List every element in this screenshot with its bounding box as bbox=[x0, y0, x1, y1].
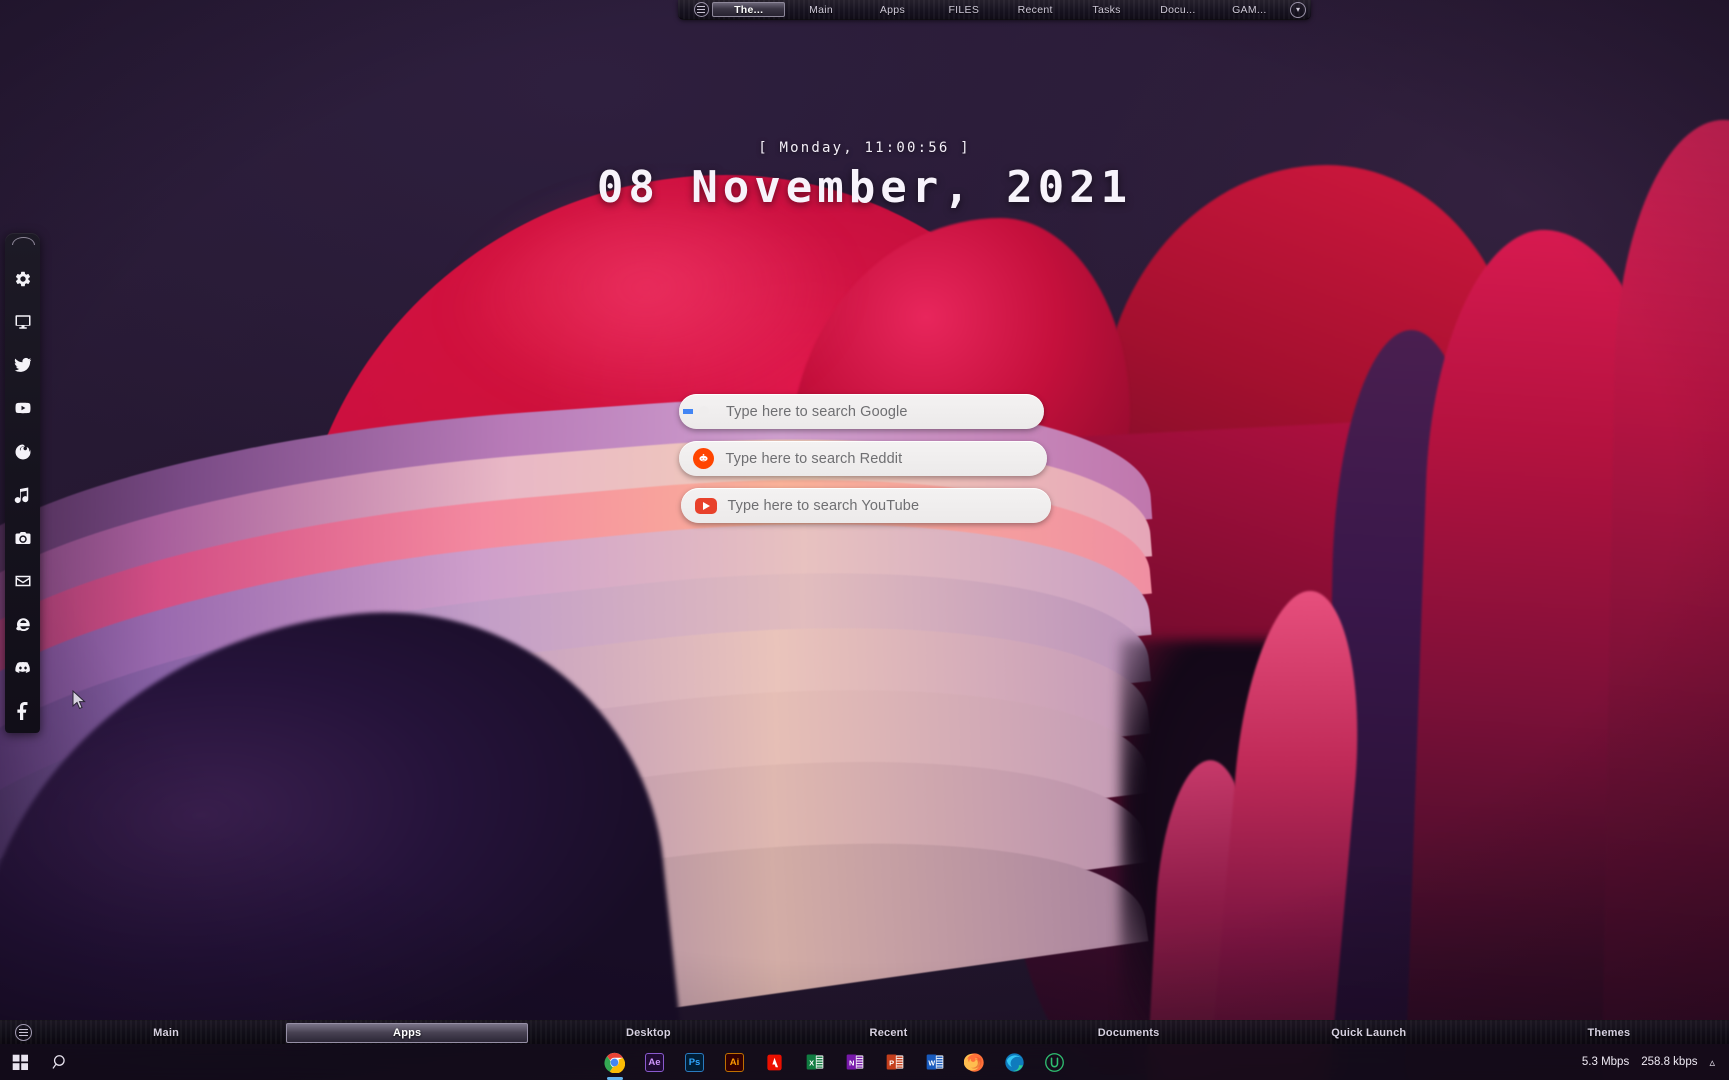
top-bar-tab-list: The... Main Apps FILES Recent Tasks Docu… bbox=[712, 0, 1285, 19]
google-g-icon bbox=[693, 401, 715, 423]
bottom-tab-quick-launch[interactable]: Quick Launch bbox=[1249, 1023, 1489, 1043]
youtube-search-input[interactable]: Type here to search YouTube bbox=[680, 488, 1051, 523]
bottom-tab-desktop[interactable]: Desktop bbox=[528, 1023, 768, 1043]
bottom-bar-menu-button[interactable] bbox=[0, 1021, 46, 1045]
windows-start-icon[interactable] bbox=[8, 1050, 32, 1074]
top-tab-tasks[interactable]: Tasks bbox=[1071, 2, 1142, 17]
twitter-icon[interactable] bbox=[5, 344, 40, 387]
edge-legacy-icon[interactable] bbox=[5, 603, 40, 646]
facebook-icon[interactable] bbox=[5, 690, 40, 733]
bottom-tab-recent[interactable]: Recent bbox=[768, 1023, 1008, 1043]
discord-icon[interactable] bbox=[5, 646, 40, 689]
bottom-tab-themes[interactable]: Themes bbox=[1489, 1023, 1729, 1043]
taskbar-system-tray: 5.3 Mbps 258.8 kbps ▵ bbox=[1409, 1056, 1729, 1069]
monitor-icon[interactable] bbox=[5, 300, 40, 343]
top-tab-main[interactable]: Main bbox=[785, 2, 856, 17]
youtube-play-icon bbox=[694, 495, 717, 517]
search-row-youtube: Type here to search YouTube bbox=[0, 488, 1729, 523]
reddit-search-placeholder: Type here to search Reddit bbox=[725, 450, 903, 467]
search-magnifier-icon[interactable] bbox=[48, 1050, 72, 1074]
top-bar-collapse-button[interactable]: ▾ bbox=[1285, 0, 1311, 20]
chevron-up-icon[interactable]: ▵ bbox=[1709, 1056, 1715, 1069]
onenote-icon[interactable]: N bbox=[843, 1050, 867, 1074]
search-row-google: Type here to search Google bbox=[0, 394, 1729, 429]
svg-text:N: N bbox=[848, 1058, 853, 1067]
after-effects-badge: Ae bbox=[645, 1052, 664, 1072]
desktop-wallpaper bbox=[0, 0, 1729, 1080]
photoshop-icon[interactable]: Ps bbox=[683, 1050, 707, 1074]
top-tab-apps[interactable]: Apps bbox=[857, 2, 928, 17]
top-tab-files[interactable]: FILES bbox=[928, 2, 999, 17]
mail-envelope-icon[interactable] bbox=[5, 560, 40, 603]
firefox-icon[interactable] bbox=[963, 1050, 987, 1074]
after-effects-icon[interactable]: Ae bbox=[643, 1050, 667, 1074]
reddit-search-input[interactable]: Type here to search Reddit bbox=[678, 441, 1047, 476]
photoshop-badge: Ps bbox=[685, 1052, 704, 1072]
network-upload-speed: 258.8 kbps bbox=[1641, 1056, 1698, 1068]
top-tab-games[interactable]: GAM... bbox=[1214, 2, 1285, 17]
search-row-reddit: Type here to search Reddit bbox=[0, 441, 1729, 476]
chrome-icon[interactable] bbox=[603, 1050, 627, 1074]
hamburger-icon bbox=[14, 1024, 32, 1041]
youtube-search-placeholder: Type here to search YouTube bbox=[727, 497, 920, 514]
illustrator-icon[interactable]: Ai bbox=[723, 1050, 747, 1074]
bottom-tab-apps[interactable]: Apps bbox=[286, 1022, 529, 1043]
search-widget-stack: Type here to search Google Type here to … bbox=[0, 394, 1729, 535]
top-bar-menu-button[interactable] bbox=[690, 0, 712, 20]
desktop-screen: The... Main Apps FILES Recent Tasks Docu… bbox=[0, 0, 1729, 1080]
adobe-icon[interactable] bbox=[763, 1050, 787, 1074]
word-icon[interactable]: W bbox=[923, 1050, 947, 1074]
settings-gear-icon[interactable] bbox=[5, 257, 40, 300]
taskbar-app-group: Ae Ps Ai X N P W bbox=[260, 1050, 1409, 1074]
svg-text:W: W bbox=[928, 1059, 935, 1067]
chevron-down-icon: ▾ bbox=[1290, 1, 1306, 18]
taskbar-left-group bbox=[0, 1050, 260, 1074]
svg-text:X: X bbox=[809, 1058, 814, 1067]
edge-icon[interactable] bbox=[1003, 1050, 1027, 1074]
bottom-rainmeter-bar: Main Apps Desktop Recent Documents Quick… bbox=[0, 1020, 1729, 1044]
excel-icon[interactable]: X bbox=[803, 1050, 827, 1074]
bottom-tab-main[interactable]: Main bbox=[46, 1023, 286, 1043]
network-download-speed: 5.3 Mbps bbox=[1581, 1056, 1630, 1068]
top-tab-documents[interactable]: Docu... bbox=[1142, 2, 1213, 17]
reddit-icon bbox=[692, 447, 715, 470]
windows-taskbar: Ae Ps Ai X N P W 5.3 Mbps 258.8 kbps ▵ bbox=[0, 1044, 1729, 1080]
hamburger-icon bbox=[693, 2, 709, 17]
bottom-bar-tab-list: Main Apps Desktop Recent Documents Quick… bbox=[46, 1021, 1729, 1044]
powerpoint-icon[interactable]: P bbox=[883, 1050, 907, 1074]
top-tab-recent[interactable]: Recent bbox=[1000, 2, 1071, 17]
ubisoft-icon[interactable] bbox=[1043, 1050, 1067, 1074]
mouse-cursor bbox=[72, 689, 88, 710]
google-search-input[interactable]: Type here to search Google bbox=[679, 394, 1044, 429]
bottom-tab-documents[interactable]: Documents bbox=[1009, 1023, 1249, 1043]
google-search-placeholder: Type here to search Google bbox=[726, 403, 908, 420]
illustrator-badge: Ai bbox=[725, 1052, 744, 1072]
svg-text:P: P bbox=[889, 1058, 894, 1067]
top-tab-the[interactable]: The... bbox=[712, 2, 786, 17]
top-rainmeter-bar: The... Main Apps FILES Recent Tasks Docu… bbox=[678, 0, 1311, 20]
